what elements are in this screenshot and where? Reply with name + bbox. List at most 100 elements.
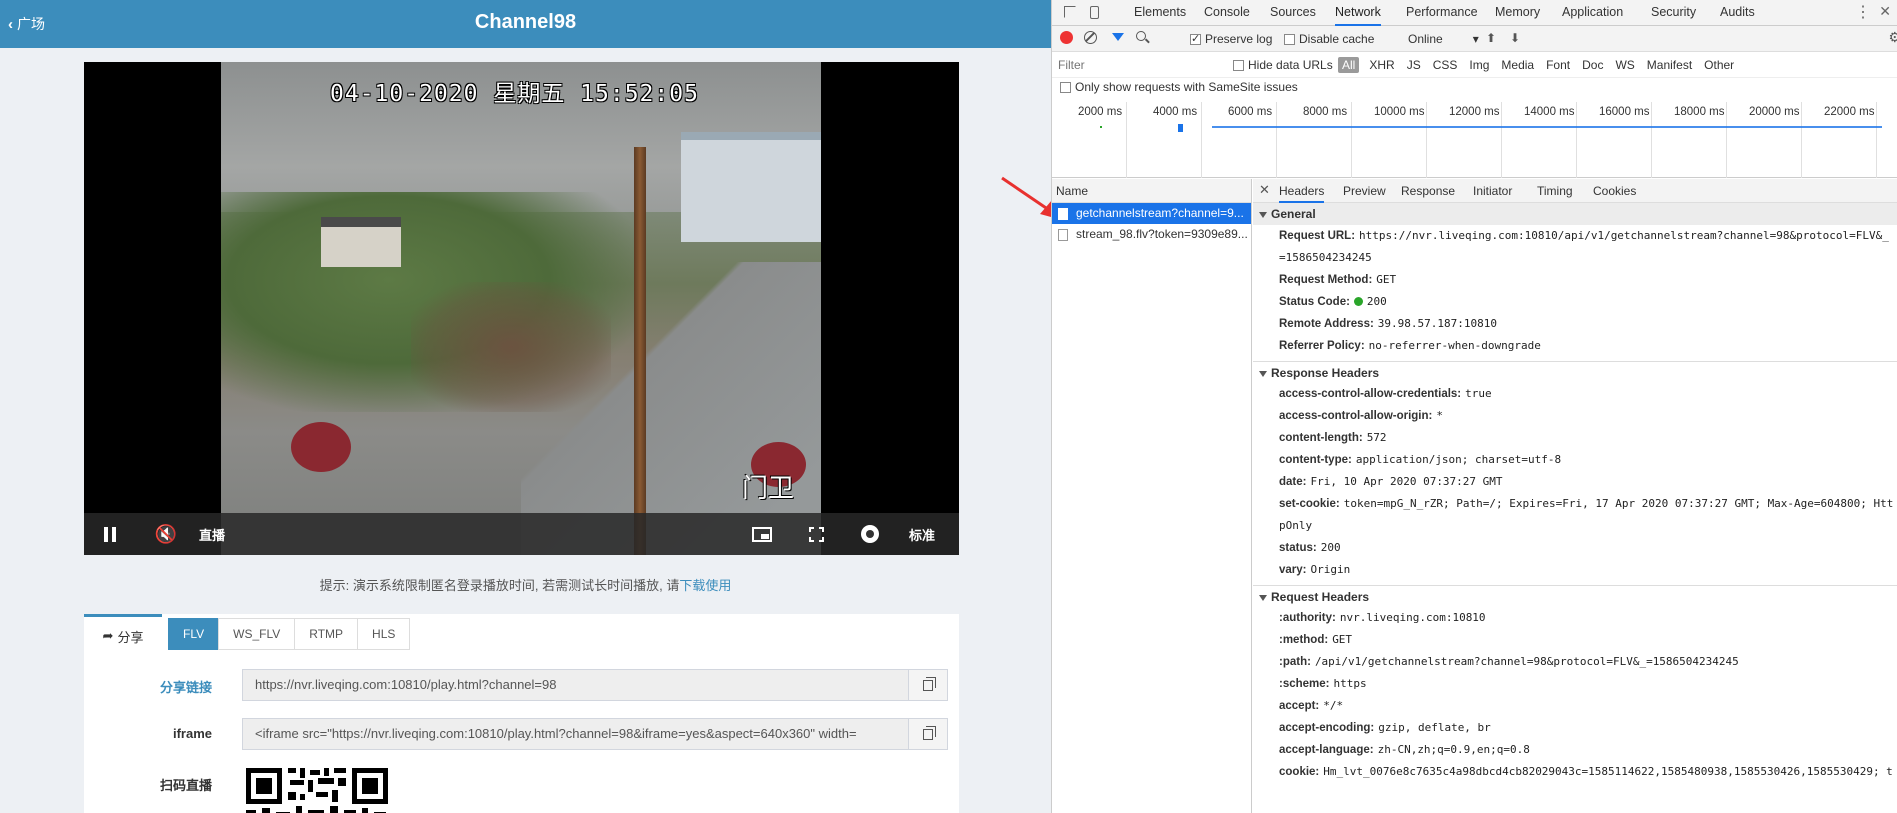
protocol-tab-hls[interactable]: HLS <box>357 618 411 650</box>
request-row[interactable]: stream_98.flv?token=9309e89... <box>1052 224 1251 245</box>
overview-tick: 4000 ms <box>1153 106 1198 118</box>
tab-security[interactable]: Security <box>1651 0 1696 26</box>
type-filter-font[interactable]: Font <box>1540 57 1576 73</box>
share-link-field[interactable]: https://nvr.liveqing.com:10810/play.html… <box>242 669 909 701</box>
request-headers-section-header[interactable]: Request Headers <box>1253 585 1897 607</box>
header-row: Status Code: 200 <box>1279 295 1387 308</box>
record-icon[interactable] <box>1060 31 1073 44</box>
header-row: :path:/api/v1/getchannelstream?channel=9… <box>1279 655 1739 668</box>
type-filter-img[interactable]: Img <box>1463 57 1495 73</box>
fullscreen-button[interactable] <box>798 513 834 555</box>
share-tab-label: 分享 <box>117 629 144 645</box>
video-location-overlay: 门卫 <box>742 473 795 503</box>
tab-memory[interactable]: Memory <box>1495 0 1540 26</box>
type-filter-css[interactable]: CSS <box>1427 57 1464 73</box>
live-indicator: 直播 <box>192 513 232 555</box>
pause-button[interactable] <box>92 513 128 555</box>
protocol-tab-rtmp[interactable]: RTMP <box>294 618 359 650</box>
header-row: :scheme: https <box>1279 677 1367 690</box>
copy-share-link-button[interactable] <box>908 669 948 701</box>
file-icon <box>1058 228 1068 241</box>
snapshot-button[interactable] <box>852 513 888 555</box>
protocol-tab-flv[interactable]: FLV <box>168 618 220 650</box>
inspect-icon <box>1064 6 1076 18</box>
devtools-tab-bar: Elements Console Sources Network Perform… <box>1052 0 1897 26</box>
hint-message: 提示: 演示系统限制匿名登录播放时间, 若需测试长时间播放, 请 <box>319 578 680 593</box>
type-filter-other[interactable]: Other <box>1698 57 1740 73</box>
search-icon[interactable] <box>1136 31 1146 41</box>
name-column-header[interactable]: Name <box>1052 179 1251 203</box>
tab-elements[interactable]: Elements <box>1134 0 1186 26</box>
type-filter-js[interactable]: JS <box>1401 57 1427 73</box>
quality-button[interactable]: 标准 <box>902 513 942 555</box>
export-har-icon[interactable]: ⬇ <box>1510 31 1520 45</box>
samesite-checkbox[interactable]: Only show requests with SameSite issues <box>1060 80 1298 94</box>
filter-icon[interactable] <box>1112 33 1124 41</box>
tab-initiator[interactable]: Initiator <box>1473 179 1512 203</box>
live-label: 直播 <box>198 527 225 543</box>
header-row: vary: Origin <box>1279 563 1351 576</box>
tab-preview[interactable]: Preview <box>1343 179 1386 203</box>
inspect-element-button[interactable] <box>1062 4 1078 20</box>
hide-data-urls-checkbox[interactable]: Hide data URLs <box>1233 58 1333 72</box>
clear-icon[interactable] <box>1084 31 1097 44</box>
header-row: access-control-allow-credentials: true <box>1279 387 1492 400</box>
filter-input[interactable] <box>1056 55 1226 75</box>
throttling-select[interactable]: Online ▾ <box>1408 32 1479 46</box>
picture-in-picture-button[interactable] <box>744 513 780 555</box>
mute-button[interactable]: 🔇 <box>148 513 184 555</box>
copy-icon <box>923 676 936 691</box>
tab-cookies[interactable]: Cookies <box>1593 179 1636 203</box>
fullscreen-icon <box>808 526 824 542</box>
tab-performance[interactable]: Performance <box>1406 0 1478 26</box>
header-row: Request Method: GET <box>1279 273 1397 286</box>
tab-sources[interactable]: Sources <box>1270 0 1316 26</box>
type-filter-ws[interactable]: WS <box>1609 57 1640 73</box>
picture-in-picture-icon <box>752 526 772 542</box>
network-filter-bar: Hide data URLs All XHR JS CSS Img Media … <box>1052 52 1897 78</box>
detail-tab-bar: ✕ Headers Preview Response Initiator Tim… <box>1253 179 1897 203</box>
type-filter-all[interactable]: All <box>1338 57 1360 73</box>
type-filter-doc[interactable]: Doc <box>1576 57 1609 73</box>
close-icon[interactable]: ✕ <box>1259 182 1270 198</box>
import-har-icon[interactable]: ⬆ <box>1486 31 1496 45</box>
video-player[interactable]: 04-10-2020 星期五 15:52:05 门卫 🔇 直播 标准 <box>84 62 959 555</box>
player-controls: 🔇 直播 标准 <box>84 513 959 555</box>
tab-timing[interactable]: Timing <box>1537 179 1573 203</box>
general-section-header[interactable]: General <box>1253 203 1897 225</box>
protocol-tab-ws-flv[interactable]: WS_FLV <box>218 618 296 650</box>
network-overview-timeline[interactable]: 2000 ms 4000 ms 6000 ms 8000 ms 10000 ms… <box>1052 100 1897 178</box>
request-row[interactable]: getchannelstream?channel=9... <box>1052 203 1251 224</box>
disable-cache-checkbox[interactable]: Disable cache <box>1284 32 1374 46</box>
header-row: date: Fri, 10 Apr 2020 07:37:27 GMT <box>1279 475 1503 488</box>
iframe-code-field[interactable]: <iframe src="https://nvr.liveqing.com:10… <box>242 718 909 750</box>
camera-video-frame <box>221 62 821 555</box>
tab-network[interactable]: Network <box>1335 0 1381 26</box>
tab-headers[interactable]: Headers <box>1279 179 1325 203</box>
more-options-icon[interactable]: ⋮ <box>1855 2 1871 22</box>
gear-icon[interactable]: ⚙ <box>1888 29 1897 46</box>
hint-text: 提示: 演示系统限制匿名登录播放时间, 若需测试长时间播放, 请下载使用 <box>0 575 1051 594</box>
overview-tick: 8000 ms <box>1303 106 1348 118</box>
tab-audits[interactable]: Audits <box>1720 0 1755 26</box>
type-filter-media[interactable]: Media <box>1495 57 1540 73</box>
download-link[interactable]: 下载使用 <box>679 578 731 593</box>
network-toolbar: Preserve log Disable cache Online▾ ⬆ ⬇ ⚙ <box>1052 26 1897 52</box>
preserve-log-checkbox[interactable]: Preserve log <box>1190 32 1272 46</box>
type-filter-manifest[interactable]: Manifest <box>1641 57 1698 73</box>
qr-label: 扫码直播 <box>159 778 212 793</box>
close-devtools-icon[interactable]: ✕ <box>1879 3 1891 20</box>
overview-tick: 22000 ms <box>1824 106 1875 118</box>
header-row: cookie: Hm_lvt_0076e8c7635c4a98dbcd4cb820… <box>1279 765 1893 778</box>
device-toolbar-button[interactable] <box>1086 4 1102 20</box>
overview-tick: 2000 ms <box>1078 106 1123 118</box>
response-headers-section-header[interactable]: Response Headers <box>1253 361 1897 383</box>
type-filter-xhr[interactable]: XHR <box>1363 57 1400 73</box>
copy-iframe-button[interactable] <box>908 718 948 750</box>
tab-response[interactable]: Response <box>1401 179 1455 203</box>
tab-application[interactable]: Application <box>1562 0 1623 26</box>
iframe-label: iframe <box>172 726 212 741</box>
share-tab[interactable]: ➦ 分享 <box>84 614 162 655</box>
triangle-down-icon <box>1259 211 1267 218</box>
tab-console[interactable]: Console <box>1204 0 1250 26</box>
